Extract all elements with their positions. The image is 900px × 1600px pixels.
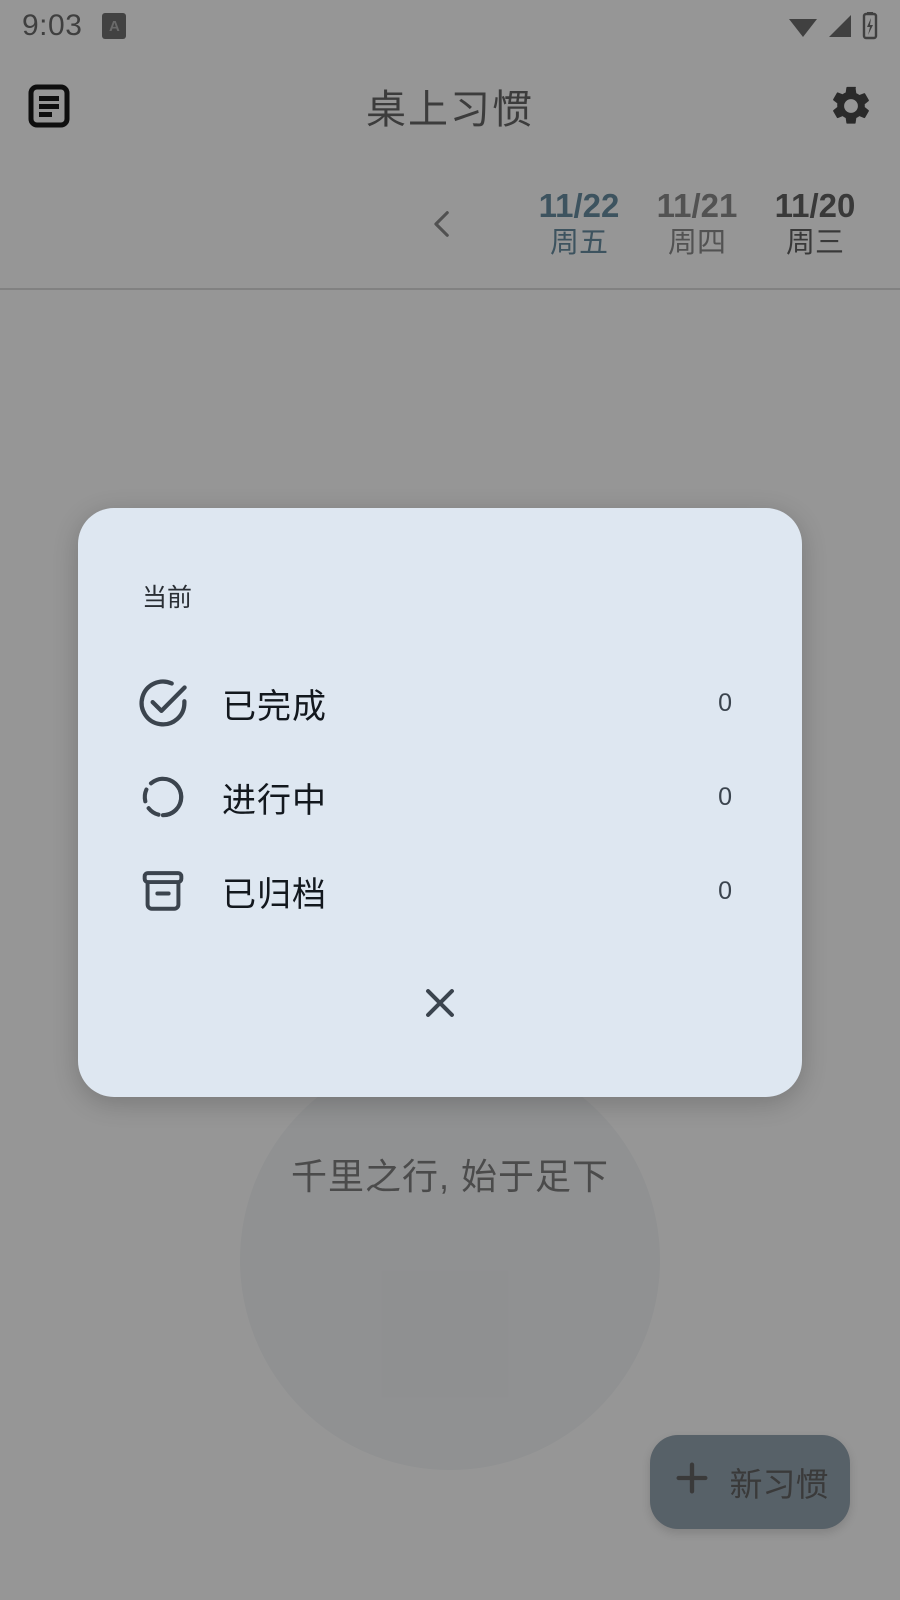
notes-list-icon[interactable] (26, 83, 72, 129)
stat-label: 进行中 (222, 781, 327, 820)
stats-list: 已完成 0 进行中 0 已归档 0 (112, 656, 768, 938)
archive-box-icon (136, 864, 190, 918)
stat-row-in-progress[interactable]: 进行中 0 (112, 750, 768, 844)
stat-count: 0 (718, 688, 732, 717)
habit-stats-dialog: 当前 已完成 0 进行中 0 已归档 0 (78, 508, 802, 1097)
stat-count: 0 (718, 782, 732, 811)
stat-row-archived[interactable]: 已归档 0 (112, 844, 768, 938)
gear-icon[interactable] (828, 83, 874, 129)
stat-count: 0 (718, 876, 732, 905)
close-icon[interactable] (404, 967, 476, 1039)
stat-label: 已归档 (222, 875, 327, 914)
dashed-circle-icon (136, 770, 190, 824)
stat-row-completed[interactable]: 已完成 0 (112, 656, 768, 750)
stat-label: 已完成 (222, 687, 327, 726)
dialog-section-label: 当前 (142, 584, 193, 612)
check-circle-icon (136, 676, 190, 730)
